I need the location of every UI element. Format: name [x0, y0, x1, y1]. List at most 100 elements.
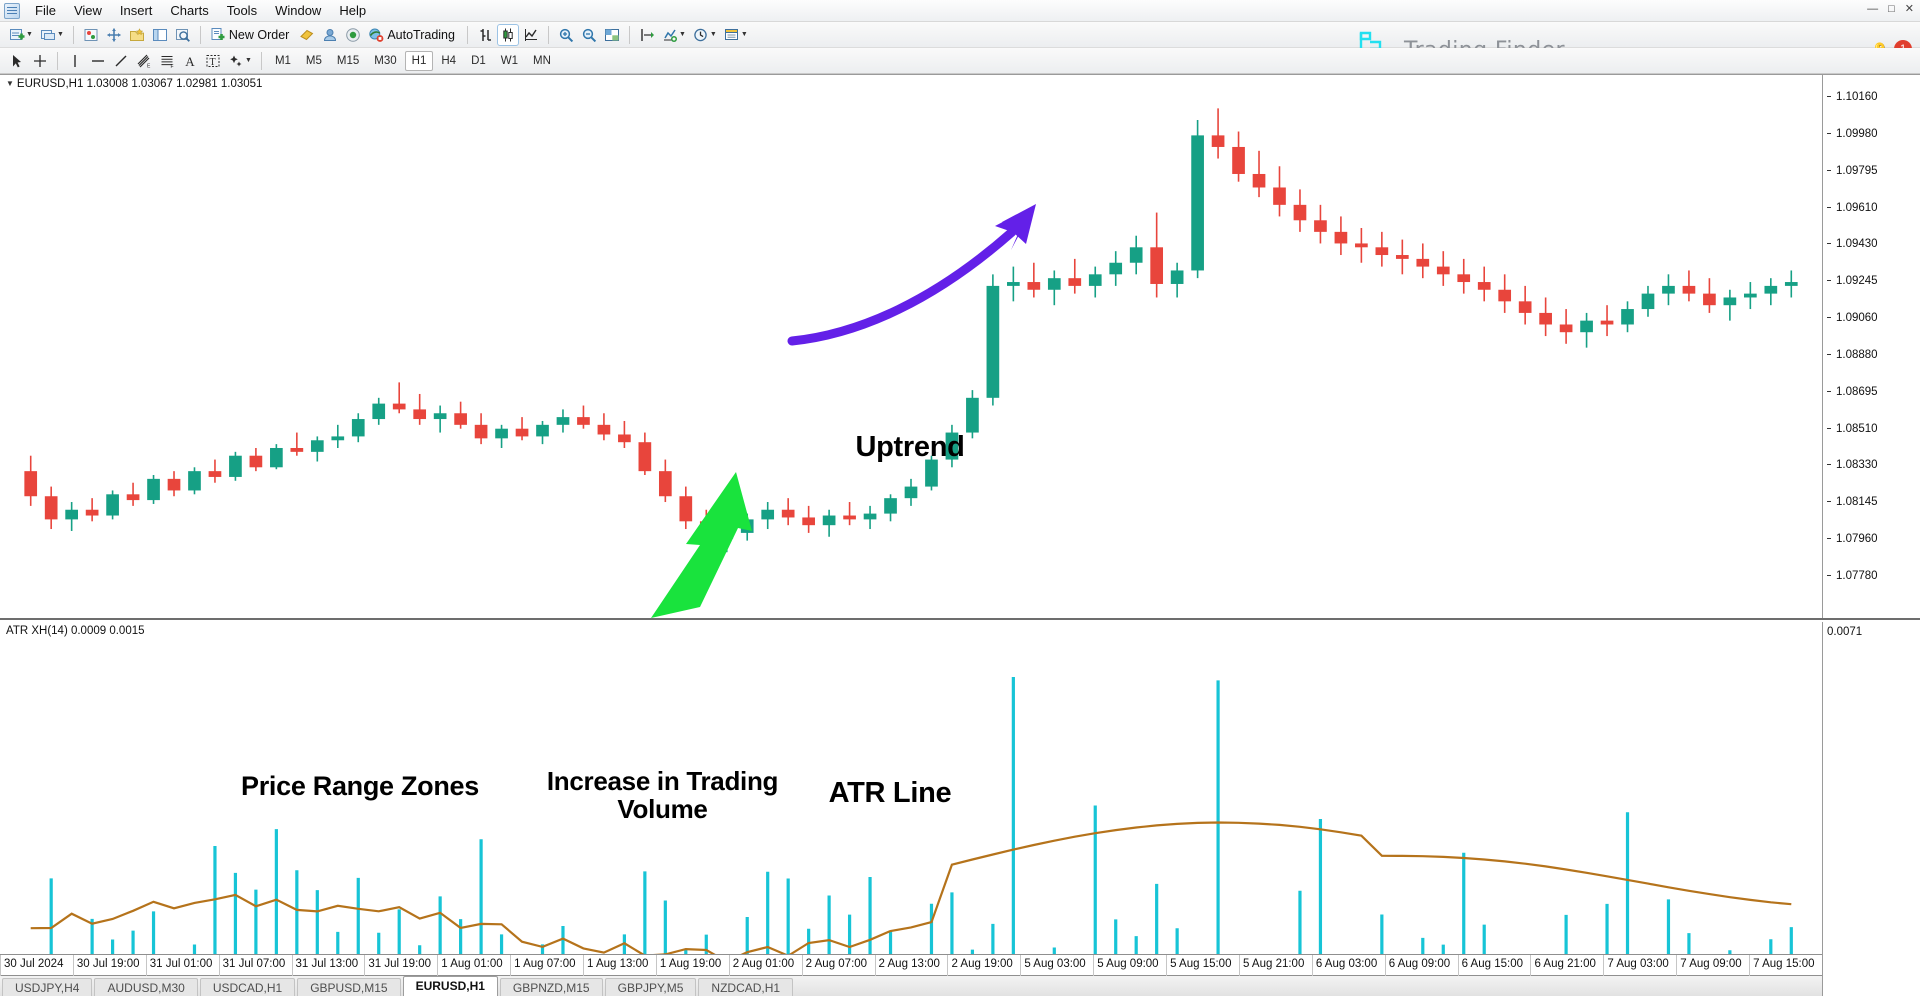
- menu-insert[interactable]: Insert: [111, 1, 162, 21]
- time-axis-tick: 2 Aug 01:00: [732, 958, 795, 970]
- periodicity-button[interactable]: ▼: [690, 24, 720, 46]
- chart-tab[interactable]: GBPJPY,M5: [604, 978, 697, 996]
- time-axis-tick: 5 Aug 15:00: [1170, 958, 1232, 970]
- chart-tab[interactable]: NZDCAD,H1: [698, 978, 794, 996]
- chart-tab[interactable]: AUDUSD,M30: [94, 978, 198, 996]
- toolbar-separator: [547, 25, 549, 44]
- timeframe-m30[interactable]: M30: [367, 51, 403, 71]
- menu-window[interactable]: Window: [266, 1, 330, 21]
- annotation-price-range: Price Range Zones: [241, 771, 479, 801]
- market-watch-button[interactable]: [80, 24, 102, 46]
- signals-button[interactable]: [342, 24, 364, 46]
- maximize-icon[interactable]: □: [1888, 3, 1895, 15]
- navigator-button[interactable]: [126, 24, 148, 46]
- chevron-down-icon[interactable]: ▼: [679, 31, 686, 38]
- zoom-out-button[interactable]: [578, 24, 600, 46]
- time-axis-separator: [437, 955, 439, 977]
- timeframe-h4[interactable]: H4: [434, 51, 463, 71]
- text-tool-button[interactable]: A: [179, 50, 201, 72]
- indicators-button[interactable]: ▼: [659, 24, 689, 46]
- timeframe-mn[interactable]: MN: [526, 51, 558, 71]
- time-axis-separator: [1530, 955, 1532, 977]
- candlestick-chart-button[interactable]: [496, 23, 519, 46]
- price-plot[interactable]: [0, 75, 1822, 618]
- chevron-down-icon[interactable]: ▼: [57, 31, 64, 38]
- trendline-button[interactable]: [110, 50, 132, 72]
- annotation-atr-line: ATR Line: [828, 777, 952, 809]
- chart-tab[interactable]: EURUSD,H1: [402, 976, 498, 996]
- cursor-tool-button[interactable]: [6, 50, 28, 72]
- profiles-button[interactable]: ▼: [37, 24, 67, 46]
- annotation-volume: Increase in Trading Volume: [546, 766, 779, 824]
- new-chart-button[interactable]: ▼: [6, 24, 36, 46]
- chevron-down-icon[interactable]: ▼: [741, 31, 748, 38]
- arrows-button[interactable]: ▼: [225, 50, 255, 72]
- chart-shift-button[interactable]: [636, 24, 658, 46]
- new-order-label: New Order: [228, 27, 290, 42]
- time-axis-separator: [947, 955, 949, 977]
- text-label-button[interactable]: T: [202, 50, 224, 72]
- price-axis-tick: 1.10160: [1827, 91, 1878, 103]
- timeframe-m15[interactable]: M15: [330, 51, 366, 71]
- price-pane[interactable]: ▼ EURUSD,H1 1.03008 1.03067 1.02981 1.030…: [0, 75, 1920, 620]
- metaeditor-button[interactable]: [296, 24, 318, 46]
- toolbar-separator: [72, 25, 74, 44]
- timeframe-m5[interactable]: M5: [299, 51, 329, 71]
- chart-tab[interactable]: USDCAD,H1: [199, 978, 296, 996]
- chevron-down-icon[interactable]: ▼: [26, 31, 33, 38]
- time-axis-separator: [1020, 955, 1022, 977]
- time-axis-tick: 6 Aug 03:00: [1315, 958, 1378, 970]
- timeframe-m1[interactable]: M1: [268, 51, 298, 71]
- annotation-uptrend: Uptrend: [855, 431, 965, 463]
- chart-tab[interactable]: GBPUSD,M15: [297, 978, 401, 996]
- indicator-plot[interactable]: [0, 622, 1822, 996]
- menu-charts[interactable]: Charts: [161, 1, 217, 21]
- autotrading-button[interactable]: AutoTrading: [365, 24, 461, 46]
- timeframe-h1[interactable]: H1: [404, 50, 434, 71]
- time-axis: 30 Jul 2024 30 Jul 19:00 31 Jul 01:00 31 Ju…: [0, 954, 1920, 977]
- horizontal-line-button[interactable]: [87, 50, 109, 72]
- close-icon[interactable]: ✕: [1905, 2, 1914, 15]
- time-axis-separator: [583, 955, 585, 977]
- time-axis-tick: 5 Aug 09:00: [1097, 958, 1159, 970]
- chevron-down-icon[interactable]: ▼: [245, 57, 252, 64]
- chart-area[interactable]: ▼ EURUSD,H1 1.03008 1.03067 1.02981 1.030…: [0, 74, 1920, 996]
- tile-windows-button[interactable]: [601, 24, 623, 46]
- menu-help[interactable]: Help: [330, 1, 375, 21]
- menu-bar: File View Insert Charts Tools Window Hel…: [0, 0, 1920, 22]
- timeframe-d1[interactable]: D1: [464, 51, 493, 71]
- templates-button[interactable]: ▼: [721, 24, 751, 46]
- chart-tab[interactable]: GBPNZD,M15: [499, 978, 603, 996]
- new-order-button[interactable]: New Order: [207, 24, 295, 46]
- equidistant-channel-button[interactable]: E: [133, 50, 155, 72]
- menu-tools[interactable]: Tools: [218, 1, 266, 21]
- price-axis-tick: 1.09795: [1827, 165, 1878, 177]
- zoom-in-button[interactable]: [555, 24, 577, 46]
- terminal-button[interactable]: [149, 24, 171, 46]
- chart-tab[interactable]: USDJPY,H4: [2, 978, 93, 996]
- indicator-axis-tick: 0.0071: [1827, 626, 1863, 638]
- vertical-line-button[interactable]: [64, 50, 86, 72]
- fibonacci-retracement-button[interactable]: F: [156, 50, 178, 72]
- line-chart-button[interactable]: [520, 24, 542, 46]
- expert-advisors-button[interactable]: [319, 24, 341, 46]
- data-window-button[interactable]: [103, 24, 125, 46]
- time-axis-separator: [0, 955, 1, 977]
- timeframe-w1[interactable]: W1: [494, 51, 525, 71]
- price-axis-tick: 1.09430: [1827, 238, 1878, 250]
- minimize-icon[interactable]: —: [1867, 3, 1878, 15]
- collapse-icon[interactable]: ▼: [6, 79, 14, 88]
- menu-view[interactable]: View: [65, 1, 111, 21]
- price-axis-tick: 1.09245: [1827, 275, 1878, 287]
- time-axis-separator: [728, 955, 730, 977]
- chevron-down-icon[interactable]: ▼: [710, 31, 717, 38]
- bar-chart-button[interactable]: [474, 24, 496, 46]
- strategy-tester-button[interactable]: [172, 24, 194, 46]
- crosshair-tool-button[interactable]: [29, 50, 51, 72]
- menu-file[interactable]: File: [26, 1, 65, 21]
- svg-text:A: A: [185, 54, 195, 69]
- time-axis-tick: 31 Jul 07:00: [222, 958, 286, 970]
- time-axis-tick: 31 Jul 13:00: [295, 958, 359, 970]
- indicator-pane[interactable]: ATR XH(14) 0.0009 0.0015 0.00710.0001: [0, 622, 1920, 996]
- price-axis-tick: 1.08695: [1827, 386, 1878, 398]
